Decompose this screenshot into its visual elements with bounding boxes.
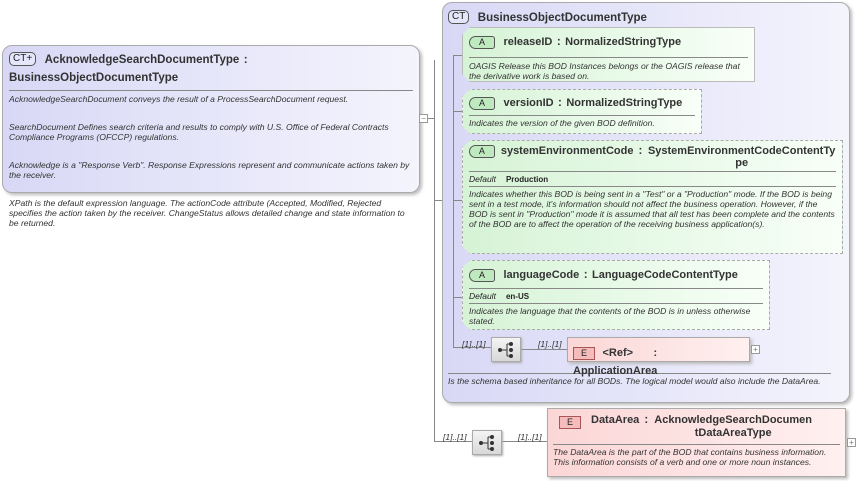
sequence-icon[interactable] <box>491 337 521 362</box>
expand-button[interactable]: + <box>847 438 856 447</box>
attribute-description: Indicates whether this BOD is being sent… <box>469 189 835 229</box>
cardinality-label: [1]..[1] <box>462 339 486 349</box>
attribute-name: versionID <box>503 97 554 109</box>
attribute-badge: A <box>469 97 495 110</box>
element-data-area[interactable]: E DataArea: AcknowledgeSearchDocumentDat… <box>547 408 846 477</box>
collapse-button[interactable]: − <box>419 114 428 123</box>
complex-type-badge: CT <box>448 9 470 24</box>
sequence-icon[interactable] <box>472 430 502 455</box>
element-application-area[interactable]: E <Ref> : ApplicationArea <box>567 337 750 377</box>
default-value: en-US <box>505 292 530 301</box>
cardinality-label: [1]..[1] <box>443 432 467 442</box>
attribute-type: SystemEnvironmentCodeContentType <box>647 145 836 169</box>
default-label: Default <box>469 174 496 184</box>
root-description: AcknowledgeSearchDocument conveys the re… <box>9 94 349 104</box>
ref-label: <Ref> <box>602 347 634 359</box>
attribute-name: systemEnvironmentCode <box>500 145 634 157</box>
connector <box>453 111 462 112</box>
attribute-description: Indicates the version of the given BOD d… <box>469 118 655 128</box>
connector <box>453 55 454 347</box>
attribute-type: LanguageCodeContentType <box>592 269 738 281</box>
attribute-releaseID[interactable]: A releaseID : NormalizedStringType OAGIS… <box>462 27 755 82</box>
cardinality-label: [1]..[1] <box>518 432 542 442</box>
attribute-badge: A <box>469 269 495 282</box>
separator: : <box>243 54 248 66</box>
connector <box>521 349 567 350</box>
complex-type-badge: CT+ <box>9 51 37 66</box>
attribute-versionID[interactable]: A versionID : NormalizedStringType Indic… <box>462 89 702 134</box>
root-description: Acknowledge is a "Response Verb". Respon… <box>9 160 410 180</box>
attribute-name: releaseID <box>503 36 553 48</box>
connector <box>453 55 462 56</box>
expand-button[interactable]: + <box>751 345 760 354</box>
attribute-badge: A <box>469 36 495 49</box>
root-description: XPath is the default expression language… <box>9 198 405 228</box>
default-value: Production <box>505 175 549 184</box>
connector <box>434 200 442 201</box>
connector <box>453 200 462 201</box>
attribute-type: NormalizedStringType <box>565 36 682 48</box>
attribute-badge: A <box>469 145 495 158</box>
element-description: The DataArea is the part of the BOD that… <box>553 447 827 467</box>
connector <box>434 60 435 441</box>
root-name: AcknowledgeSearchDocumentType <box>44 54 240 66</box>
attribute-type: NormalizedStringType <box>566 97 683 109</box>
element-badge: E <box>559 416 581 429</box>
attribute-description: OAGIS Release this BOD Instances belongs… <box>469 61 740 81</box>
element-badge: E <box>573 347 595 360</box>
attribute-languageCode[interactable]: A languageCode : LanguageCodeContentType… <box>462 260 770 330</box>
attribute-name: languageCode <box>503 269 580 281</box>
attribute-description: Indicates the language that the contents… <box>469 306 751 326</box>
root-complex-type[interactable]: CT+ AcknowledgeSearchDocumentType : Busi… <box>2 45 420 228</box>
default-label: Default <box>469 291 496 301</box>
attribute-systemEnvironmentCode[interactable]: A systemEnvironmentCode: SystemEnvironme… <box>462 140 843 254</box>
element-name: DataArea <box>591 414 640 426</box>
element-type: AcknowledgeSearchDocumentDataAreaType <box>654 414 813 439</box>
root-description: SearchDocument Defines search criteria a… <box>9 122 389 142</box>
connector <box>453 297 462 298</box>
cardinality-label: [1]..[1] <box>538 339 562 349</box>
base-type-name: BusinessObjectDocumentType <box>477 12 647 24</box>
root-base-type: BusinessObjectDocumentType <box>9 72 179 84</box>
